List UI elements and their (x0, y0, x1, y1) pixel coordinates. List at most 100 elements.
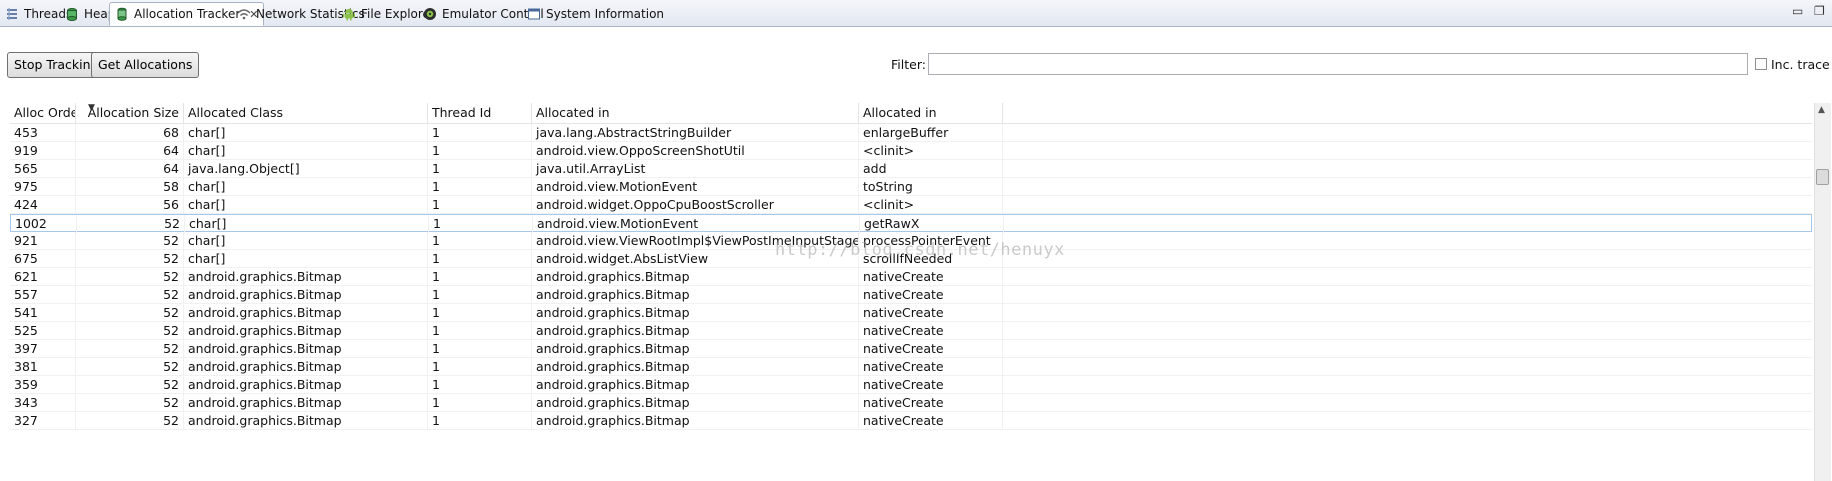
table-row[interactable]: 565 64 java.lang.Object[] 1 java.util.ArrayL… (10, 160, 1812, 178)
cell-allocated-in-method: nativeCreate (859, 304, 1003, 322)
vertical-scrollbar[interactable]: ▲ (1814, 103, 1831, 481)
filter-input[interactable] (928, 53, 1748, 75)
table-row[interactable]: 557 52 android.graphics.Bitmap 1 android.gra… (10, 286, 1812, 304)
cell-allocated-class: char[] (184, 124, 428, 142)
cell-alloc-order: 525 (10, 322, 76, 340)
table-row[interactable]: 397 52 android.graphics.Bitmap 1 android.gra… (10, 340, 1812, 358)
column-header-thread-id[interactable]: Thread Id (428, 103, 532, 123)
cell-allocated-in-method: nativeCreate (859, 412, 1003, 430)
cell-alloc-order: 397 (10, 340, 76, 358)
table-row[interactable]: 1002 52 char[] 1 android.view.MotionEvent get… (10, 214, 1812, 233)
allocation-table: Alloc Order Allocation Size ▼ Allocated … (10, 103, 1812, 481)
cell-allocated-in-class: android.graphics.Bitmap (532, 322, 859, 340)
cell-allocated-in-class: android.graphics.Bitmap (532, 304, 859, 322)
cell-allocated-in-class: android.graphics.Bitmap (532, 358, 859, 376)
column-header-alloc-order[interactable]: Alloc Order (10, 103, 76, 123)
table-row[interactable]: 525 52 android.graphics.Bitmap 1 android.gra… (10, 322, 1812, 340)
cell-allocated-in-method: nativeCreate (859, 340, 1003, 358)
column-header-allocated-class[interactable]: Allocated Class (184, 103, 428, 123)
table-row[interactable]: 424 56 char[] 1 android.widget.OppoCpuBoostS… (10, 196, 1812, 214)
cell-thread-id: 1 (428, 286, 532, 304)
cell-allocated-in-class: android.graphics.Bitmap (532, 286, 859, 304)
view-tab-bar: Threads Heap Allocation Tracker ✕ Networ… (0, 0, 1832, 27)
wifi-icon (237, 9, 251, 20)
sort-descending-icon: ▼ (88, 103, 95, 113)
cell-allocation-size: 52 (76, 394, 184, 412)
cell-allocated-in-class: android.widget.OppoCpuBoostScroller (532, 196, 859, 214)
cell-allocated-class: android.graphics.Bitmap (184, 376, 428, 394)
tab-allocation-tracker-label: Allocation Tracker (134, 7, 241, 21)
table-row[interactable]: 453 68 char[] 1 java.lang.AbstractStringBuil… (10, 124, 1812, 142)
cell-allocated-class: android.graphics.Bitmap (184, 358, 428, 376)
filter-label: Filter: (891, 57, 926, 72)
cell-alloc-order: 1002 (11, 215, 77, 233)
cell-allocated-class: android.graphics.Bitmap (184, 304, 428, 322)
emulator-icon (424, 8, 436, 20)
scroll-up-icon[interactable]: ▲ (1818, 105, 1825, 115)
cell-thread-id: 1 (428, 304, 532, 322)
cell-allocated-class: char[] (184, 178, 428, 196)
cell-allocated-in-method: nativeCreate (859, 376, 1003, 394)
maximize-icon[interactable]: ❐ (1814, 4, 1825, 18)
cell-allocation-size: 52 (76, 268, 184, 286)
cell-allocated-class: android.graphics.Bitmap (184, 268, 428, 286)
column-header-allocated-in-class[interactable]: Allocated in (532, 103, 859, 123)
cell-allocation-size: 52 (76, 250, 184, 268)
table-row[interactable]: 359 52 android.graphics.Bitmap 1 android.gra… (10, 376, 1812, 394)
heap-icon (67, 8, 77, 21)
scrollbar-thumb[interactable] (1816, 169, 1829, 185)
cell-allocated-class: android.graphics.Bitmap (184, 394, 428, 412)
table-row[interactable]: 975 58 char[] 1 android.view.MotionEvent toSt… (10, 178, 1812, 196)
table-row[interactable]: 621 52 android.graphics.Bitmap 1 android.gra… (10, 268, 1812, 286)
cell-allocation-size: 64 (76, 160, 184, 178)
cell-thread-id: 1 (428, 376, 532, 394)
tab-system-information[interactable]: System Information (522, 3, 669, 25)
cell-allocated-class: android.graphics.Bitmap (184, 322, 428, 340)
cell-allocated-class: android.graphics.Bitmap (184, 286, 428, 304)
cell-allocated-in-class: android.view.MotionEvent (532, 178, 859, 196)
cell-allocated-in-class: java.util.ArrayList (532, 160, 859, 178)
cell-thread-id: 1 (428, 340, 532, 358)
minimize-icon[interactable]: ▭ (1792, 4, 1803, 18)
cell-allocated-in-method: nativeCreate (859, 358, 1003, 376)
cell-alloc-order: 675 (10, 250, 76, 268)
cell-thread-id: 1 (428, 268, 532, 286)
cell-alloc-order: 343 (10, 394, 76, 412)
column-header-allocated-in-method[interactable]: Allocated in (859, 103, 1003, 123)
cell-allocated-class: android.graphics.Bitmap (184, 412, 428, 430)
table-row[interactable]: 541 52 android.graphics.Bitmap 1 android.gra… (10, 304, 1812, 322)
cell-allocated-in-method: getRawX (860, 215, 1004, 233)
cell-allocated-in-class: android.graphics.Bitmap (532, 412, 859, 430)
table-row[interactable]: 327 52 android.graphics.Bitmap 1 android.gra… (10, 412, 1812, 430)
android-icon (343, 9, 355, 21)
cell-alloc-order: 565 (10, 160, 76, 178)
cell-alloc-order: 975 (10, 178, 76, 196)
cell-allocated-in-class: android.graphics.Bitmap (532, 340, 859, 358)
cell-allocation-size: 56 (76, 196, 184, 214)
cell-thread-id: 1 (428, 142, 532, 160)
cell-allocated-in-method: nativeCreate (859, 268, 1003, 286)
cell-allocation-size: 52 (76, 412, 184, 430)
cell-allocated-in-class: android.graphics.Bitmap (532, 394, 859, 412)
cell-alloc-order: 424 (10, 196, 76, 214)
inc-trace-checkbox[interactable] (1755, 58, 1767, 70)
table-row[interactable]: 343 52 android.graphics.Bitmap 1 android.gra… (10, 394, 1812, 412)
cell-alloc-order: 541 (10, 304, 76, 322)
cell-allocation-size: 58 (76, 178, 184, 196)
table-row[interactable]: 919 64 char[] 1 android.view.OppoScreenShotU… (10, 142, 1812, 160)
table-row[interactable]: 381 52 android.graphics.Bitmap 1 android.gra… (10, 358, 1812, 376)
cell-allocated-in-method: nativeCreate (859, 286, 1003, 304)
cell-allocation-size: 52 (76, 304, 184, 322)
cell-thread-id: 1 (428, 178, 532, 196)
cell-allocated-class: java.lang.Object[] (184, 160, 428, 178)
inc-trace-label: Inc. trace (1771, 57, 1830, 72)
get-allocations-button[interactable]: Get Allocations (91, 52, 200, 78)
cell-thread-id: 1 (428, 196, 532, 214)
cell-allocated-class: char[] (184, 250, 428, 268)
cell-allocated-in-class: android.graphics.Bitmap (532, 376, 859, 394)
cell-alloc-order: 359 (10, 376, 76, 394)
cell-allocation-size: 52 (76, 340, 184, 358)
cell-allocation-size: 52 (77, 215, 185, 233)
cell-allocated-in-method: <clinit> (859, 142, 1003, 160)
cell-thread-id: 1 (428, 160, 532, 178)
